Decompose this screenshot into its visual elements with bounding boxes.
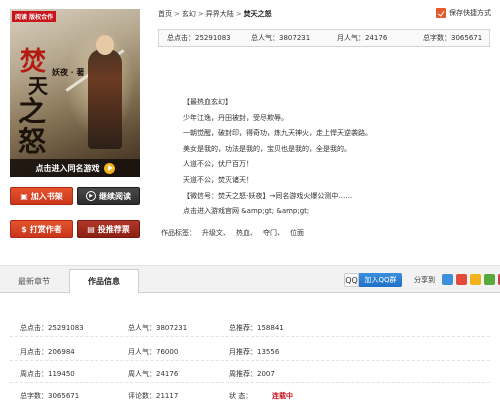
share-icons [442,274,500,285]
cover-title-char-2: 天 [28,74,48,99]
row-divider [10,336,490,337]
add-to-shelf-label: 加入书架 [30,191,63,201]
enter-game-banner[interactable]: 点击进入同名游戏 [10,159,140,177]
tag-item[interactable]: 升级文、 [202,228,230,238]
stat-cell: 周点击：119450 [20,370,75,378]
cover-brand-logo: 阅读 版权合作 [12,11,57,22]
description-line: 【微信号：焚天之怒-妖夜】→同名游戏火爆公测中…… [183,191,353,200]
cover-author: 妖夜 · 著 [52,67,85,77]
enter-game-label: 点击进入同名游戏 [35,163,100,173]
book-tags: 作品标签： 升级文、 热血、 夺门、 位面 [161,228,304,238]
stat-cell: 总点击：25291083 [20,324,84,332]
stat-cell: 周人气：24176 [128,370,179,378]
row-divider [10,382,490,383]
breadcrumb-category[interactable]: 玄幻 [182,9,196,19]
stat-cell: 月推荐：13556 [229,348,280,356]
stat-total-popularity: 总人气：3807231 [251,34,311,42]
save-shortcut-label: 保存快捷方式 [449,9,491,17]
description-line: 一朝觉醒，破封印，得奇功，炼九天神火，走上悍天逆袭路。 [183,129,372,138]
tag-item[interactable]: 热血、 [236,228,257,238]
breadcrumb-separator: > [197,10,204,18]
share-tencent-icon[interactable] [470,274,481,285]
stat-cell: 总推荐：158841 [229,324,284,332]
join-qq-group-label: 加入QQ群 [359,273,402,287]
share-weibo-icon[interactable] [456,274,467,285]
stat-cell: 状 态： [229,392,253,400]
book-cover[interactable]: 阅读 版权合作 焚 天 之怒 妖夜 · 著 点击进入同名游戏 [10,9,140,177]
game-site-link[interactable]: 点击进入游戏官网 &amp;gt; &amp;gt; [183,204,483,220]
save-shortcut-link[interactable]: 保存快捷方式 [436,8,491,18]
description-line: 少年江逸，丹田被封，受尽欺辱。 [183,113,288,122]
qq-icon: QQ [344,273,359,287]
breadcrumb-current: 焚天之怒 [243,10,272,18]
continue-reading-label: 继续阅读 [99,191,131,201]
breadcrumb-separator: > [235,10,242,18]
share-wechat-icon[interactable] [484,274,495,285]
tab-book-info[interactable]: 作品信息 [69,269,139,294]
bookmark-check-icon [436,8,446,18]
description-line: 天道不公，焚灭诸天！ [183,175,253,184]
tags-label: 作品标签： [161,229,196,237]
book-add-icon: ▣ [20,191,28,201]
reward-author-button[interactable]: $ 打赏作者 [10,220,73,238]
breadcrumb: 首页 > 玄幻 > 异界大陆 > 焚天之怒 [158,9,272,19]
book-description: 【最热血玄幻】 少年江逸，丹田被封，受尽欺辱。 一朝觉醒，破封印，得奇功，炼九天… [183,95,483,220]
share-label: 分享到 [414,276,435,284]
stat-cell: 总人气：3807231 [128,324,188,332]
add-to-shelf-button[interactable]: ▣ 加入书架 [10,187,73,205]
tag-item[interactable]: 位面 [290,228,304,238]
breadcrumb-subcategory[interactable]: 异界大陆 [206,9,234,19]
status-badge: 连载中 [272,392,293,400]
cover-hero-head [96,35,114,55]
row-divider [10,360,490,361]
tab-latest-chapters[interactable]: 最新章节 [0,269,68,294]
description-line: 【最热血玄幻】 [183,98,232,106]
stat-cell: 评论数：21117 [128,392,179,400]
play-circle-icon: ▶ [86,191,96,201]
coin-icon: $ [21,224,27,234]
breadcrumb-home[interactable]: 首页 [158,9,172,19]
continue-reading-button[interactable]: ▶ 继续阅读 [77,187,140,205]
play-icon [103,162,115,174]
cover-title: 焚 天 之怒 [18,48,68,158]
description-line: 美女是我的，功法是我的，宝贝也是我的，全是我的。 [183,144,351,153]
stat-monthly-popularity: 月人气：24176 [337,34,388,42]
join-qq-group-button[interactable]: QQ 加入QQ群 [344,273,402,287]
stat-cell: 月点击：206984 [20,348,75,356]
reward-author-label: 打赏作者 [29,224,62,234]
recommend-ticket-label: 投推荐票 [97,224,130,234]
stats-summary-bar: 总点击：25291083 总人气：3807231 月人气：24176 总字数：3… [158,29,490,47]
cover-hero-figure [88,49,122,149]
stat-total-words: 总字数：3065671 [423,34,483,42]
stat-cell: 周推荐：2007 [229,370,275,378]
breadcrumb-separator: > [174,10,180,18]
ticket-icon: ▤ [87,224,95,234]
stat-cell: 月人气：76000 [128,348,179,356]
tag-item[interactable]: 夺门、 [263,228,284,238]
stat-total-clicks: 总点击：25291083 [167,34,231,42]
stats-row: 总字数：3065671 评论数：21117 状 态： 连载中 [0,385,500,405]
share-qzone-icon[interactable] [442,274,453,285]
description-line: 人道不公，伏尸百万！ [183,160,253,169]
recommend-ticket-button[interactable]: ▤ 投推荐票 [77,220,140,238]
stat-cell: 总字数：3065671 [20,392,80,400]
cover-title-char-3: 之怒 [18,95,47,158]
